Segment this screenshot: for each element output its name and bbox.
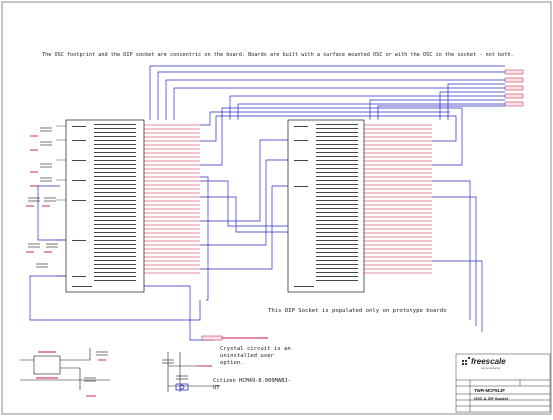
freescale-logo-icon: [462, 357, 470, 365]
ic-left: [56, 119, 145, 293]
title-block-subtitle: OSC & ZIF Socket: [474, 396, 509, 401]
ic-left-nets: [144, 124, 200, 274]
left-passives: [28, 127, 58, 268]
title-block-title: TWR-MCF51JF: [474, 388, 505, 393]
crystal-note: Crystal circuit is an uninstalled user o…: [220, 346, 291, 366]
company-logo: freescale: [471, 357, 506, 366]
ic-right: [287, 119, 365, 293]
offsheet-connectors: [504, 69, 524, 107]
ic-right-nets: [364, 124, 432, 274]
power-block: [20, 348, 110, 390]
left-passive-labels: [26, 135, 52, 253]
crystal-part-note: Citizen HCM49-8.000MABJ-UT: [213, 378, 291, 391]
dip-socket-note: This DIP Socket is populated only on pro…: [268, 308, 447, 314]
company-logo-subtitle: semiconductor: [481, 366, 501, 370]
osc-footprint-note: The OSC footprint and the DIP socket are…: [42, 52, 514, 58]
